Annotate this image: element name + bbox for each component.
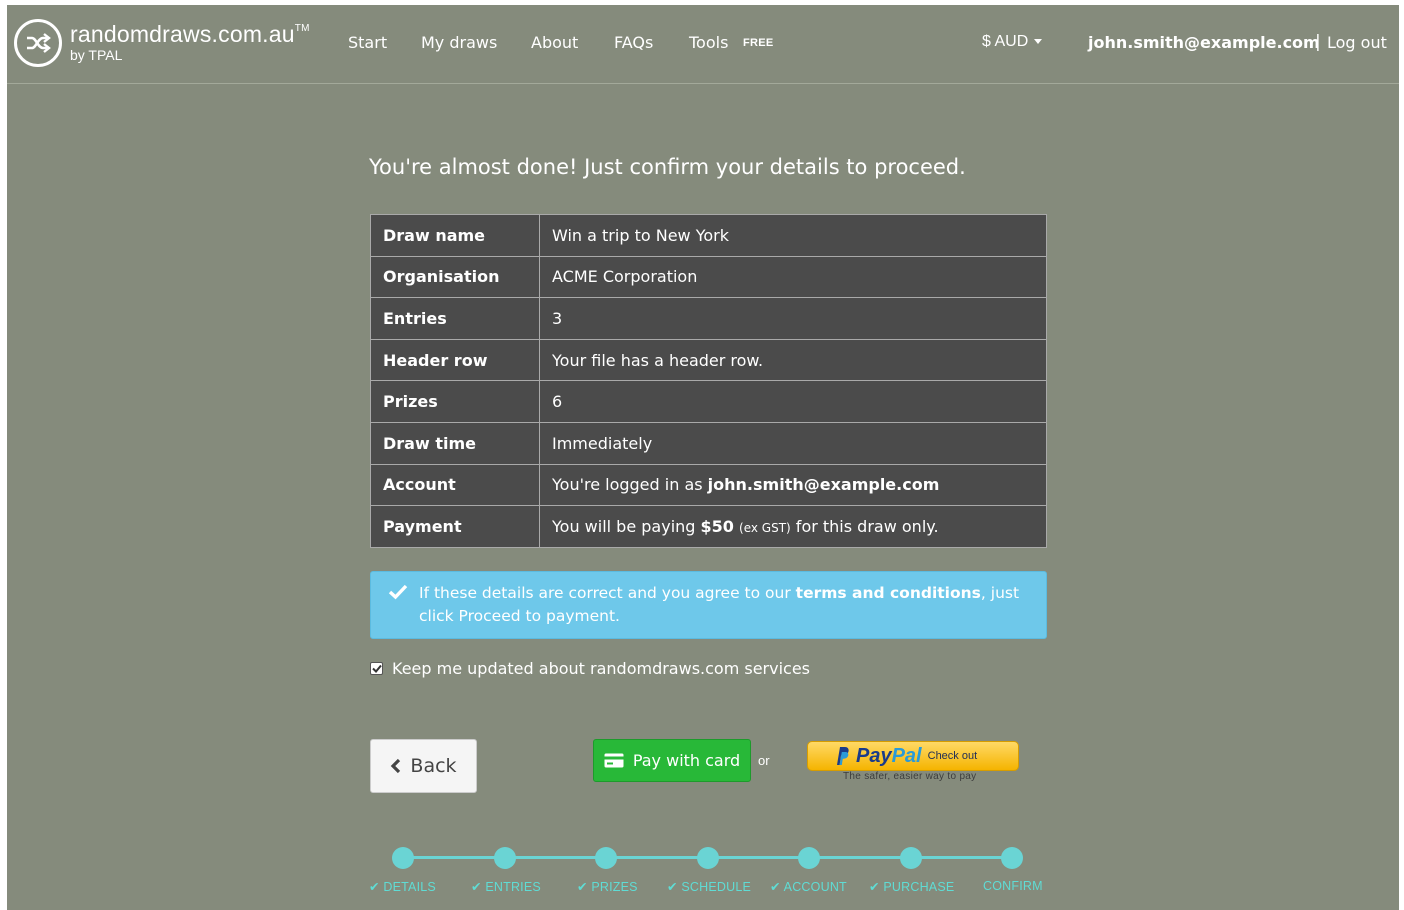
- paypal-wordmark: PayPal: [856, 744, 922, 767]
- alert-text-prefix: If these details are correct and you agr…: [419, 584, 796, 602]
- or-separator: or: [758, 753, 770, 768]
- payment-prefix: You will be paying: [552, 516, 701, 536]
- step-dot-account: [798, 847, 820, 869]
- tools-free-badge: FREE: [743, 37, 774, 49]
- nav-tools[interactable]: Tools: [689, 33, 728, 52]
- chevron-left-icon: [391, 758, 401, 774]
- payment-suffix: for this draw only.: [790, 516, 939, 536]
- step-purchase[interactable]: ✔ PURCHASE: [869, 879, 954, 894]
- step-dot-prizes: [595, 847, 617, 869]
- page: randomdraws.com.auTM by TPAL Start My dr…: [7, 5, 1399, 910]
- user-email[interactable]: john.smith@example.com: [1088, 33, 1320, 52]
- step-prizes[interactable]: ✔ PRIZES: [577, 879, 638, 894]
- table-row: Organisation ACME Corporation: [370, 255, 1047, 299]
- row-value: Immediately: [539, 421, 1047, 465]
- row-value: 3: [539, 297, 1047, 340]
- payment-amount: $50: [700, 516, 734, 536]
- brand-name[interactable]: randomdraws.com.auTM: [70, 21, 310, 48]
- table-row: Entries 3: [370, 297, 1047, 340]
- terms-link[interactable]: terms and conditions: [796, 584, 981, 602]
- check-icon: [388, 584, 408, 600]
- step-schedule[interactable]: ✔ SCHEDULE: [667, 879, 751, 894]
- account-email: john.smith@example.com: [707, 475, 940, 495]
- paypal-logo-icon: [837, 747, 849, 765]
- page-heading: You're almost done! Just confirm your de…: [369, 155, 966, 179]
- row-label: Prizes: [370, 380, 540, 423]
- caret-down-icon: [1034, 39, 1043, 45]
- brand-logo[interactable]: [14, 19, 62, 67]
- table-row: Payment You will be paying $50 (ex GST) …: [370, 505, 1047, 548]
- back-label: Back: [410, 755, 457, 777]
- nav-my-draws[interactable]: My draws: [421, 33, 497, 52]
- row-value: 6: [539, 380, 1047, 423]
- row-label: Draw name: [370, 214, 540, 257]
- row-label: Organisation: [370, 255, 540, 299]
- currency-dropdown[interactable]: $ AUD: [982, 33, 1043, 51]
- navbar: randomdraws.com.auTM by TPAL Start My dr…: [7, 5, 1399, 84]
- row-value: You're logged in as john.smith@example.c…: [539, 463, 1047, 507]
- credit-card-icon: [604, 753, 624, 768]
- table-row: Account You're logged in as john.smith@e…: [370, 463, 1047, 507]
- step-dot-purchase: [900, 847, 922, 869]
- nav-faqs[interactable]: FAQs: [614, 33, 653, 52]
- nav-separator: |: [1315, 32, 1321, 52]
- newsletter-checkbox[interactable]: [370, 662, 383, 675]
- checkmark-icon: [371, 664, 382, 673]
- row-label: Payment: [370, 505, 540, 548]
- newsletter-option[interactable]: Keep me updated about randomdraws.com se…: [370, 659, 810, 678]
- nav-about[interactable]: About: [531, 33, 578, 52]
- step-dot-details: [392, 847, 414, 869]
- row-value: You will be paying $50 (ex GST) for this…: [539, 505, 1047, 548]
- pay-card-label: Pay with card: [632, 751, 741, 770]
- shuffle-icon: [27, 33, 51, 53]
- row-label: Header row: [370, 338, 540, 382]
- step-dot-schedule: [697, 847, 719, 869]
- row-value: ACME Corporation: [539, 255, 1047, 299]
- table-row: Header row Your file has a header row.: [370, 338, 1047, 382]
- payment-tax-note: (ex GST): [739, 520, 791, 535]
- row-label: Draw time: [370, 421, 540, 465]
- row-label: Account: [370, 463, 540, 507]
- table-row: Draw name Win a trip to New York: [370, 214, 1047, 257]
- paypal-tagline: The safer, easier way to pay: [843, 771, 977, 782]
- account-prefix: You're logged in as: [552, 475, 708, 495]
- newsletter-label: Keep me updated about randomdraws.com se…: [392, 659, 811, 678]
- step-dot-confirm: [1001, 847, 1023, 869]
- paypal-checkout-button[interactable]: PayPal Check out: [807, 741, 1019, 771]
- trademark: TM: [294, 23, 310, 34]
- step-details[interactable]: ✔ DETAILS: [369, 879, 436, 894]
- paypal-checkout-text: Check out: [927, 750, 978, 762]
- brand-sub: by TPAL: [70, 47, 123, 63]
- pay-with-card-button[interactable]: Pay with card: [593, 739, 751, 782]
- table-row: Draw time Immediately: [370, 421, 1047, 465]
- step-entries[interactable]: ✔ ENTRIES: [471, 879, 541, 894]
- row-label: Entries: [370, 297, 540, 340]
- step-confirm[interactable]: CONFIRM: [983, 879, 1043, 893]
- row-value: Win a trip to New York: [539, 214, 1047, 257]
- row-value: Your file has a header row.: [539, 338, 1047, 382]
- nav-start[interactable]: Start: [348, 33, 387, 52]
- table-row: Prizes 6: [370, 380, 1047, 423]
- back-button[interactable]: Back: [370, 739, 477, 793]
- step-dot-entries: [494, 847, 516, 869]
- logout-link[interactable]: Log out: [1327, 33, 1387, 52]
- details-table: Draw name Win a trip to New York Organis…: [370, 214, 1047, 548]
- step-account[interactable]: ✔ ACCOUNT: [770, 879, 847, 894]
- terms-alert: If these details are correct and you agr…: [370, 571, 1047, 639]
